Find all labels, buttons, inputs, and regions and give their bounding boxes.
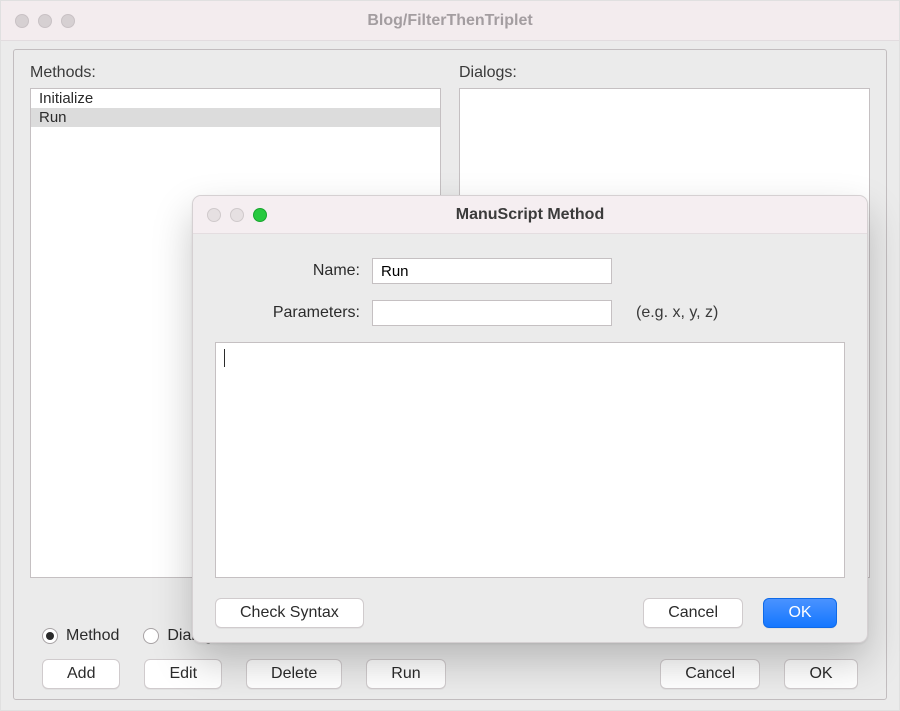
parent-button-row: Add Edit Delete Run Cancel OK xyxy=(42,659,858,689)
run-button[interactable]: Run xyxy=(366,659,445,689)
dialog-traffic-lights xyxy=(193,208,267,222)
minimize-icon[interactable] xyxy=(230,208,244,222)
ok-button[interactable]: OK xyxy=(784,659,858,689)
method-dialog: ManuScript Method Name: Parameters: (e.g… xyxy=(192,195,868,643)
radio-icon xyxy=(143,628,159,644)
radio-method[interactable]: Method xyxy=(42,627,119,645)
parent-window-title: Blog/FilterThenTriplet xyxy=(1,12,899,30)
parameters-input[interactable] xyxy=(372,300,612,326)
zoom-icon[interactable] xyxy=(61,14,75,28)
dialog-title: ManuScript Method xyxy=(193,206,867,224)
list-item[interactable]: Run xyxy=(31,108,440,127)
radio-method-label: Method xyxy=(66,627,119,645)
methods-label: Methods: xyxy=(30,64,441,82)
method-body-textarea[interactable] xyxy=(215,342,845,578)
dialog-titlebar: ManuScript Method xyxy=(193,196,867,234)
close-icon[interactable] xyxy=(15,14,29,28)
check-syntax-button[interactable]: Check Syntax xyxy=(215,598,364,628)
dialog-ok-button[interactable]: OK xyxy=(763,598,837,628)
parent-traffic-lights xyxy=(1,14,75,28)
name-label: Name: xyxy=(227,262,372,280)
radio-icon xyxy=(42,628,58,644)
dialogs-label: Dialogs: xyxy=(459,64,870,82)
close-icon[interactable] xyxy=(207,208,221,222)
parameters-label: Parameters: xyxy=(227,304,372,322)
delete-button[interactable]: Delete xyxy=(246,659,342,689)
cancel-button[interactable]: Cancel xyxy=(660,659,760,689)
minimize-icon[interactable] xyxy=(38,14,52,28)
name-input[interactable] xyxy=(372,258,612,284)
text-caret-icon xyxy=(224,349,225,367)
parent-titlebar: Blog/FilterThenTriplet xyxy=(1,1,899,41)
parameters-hint: (e.g. x, y, z) xyxy=(636,304,718,322)
edit-button[interactable]: Edit xyxy=(144,659,222,689)
dialog-button-row: Check Syntax Cancel OK xyxy=(215,598,837,628)
zoom-icon[interactable] xyxy=(253,208,267,222)
list-item[interactable]: Initialize xyxy=(31,89,440,108)
add-button[interactable]: Add xyxy=(42,659,120,689)
dialog-cancel-button[interactable]: Cancel xyxy=(643,598,743,628)
radio-row: Method Dialog xyxy=(42,627,213,645)
